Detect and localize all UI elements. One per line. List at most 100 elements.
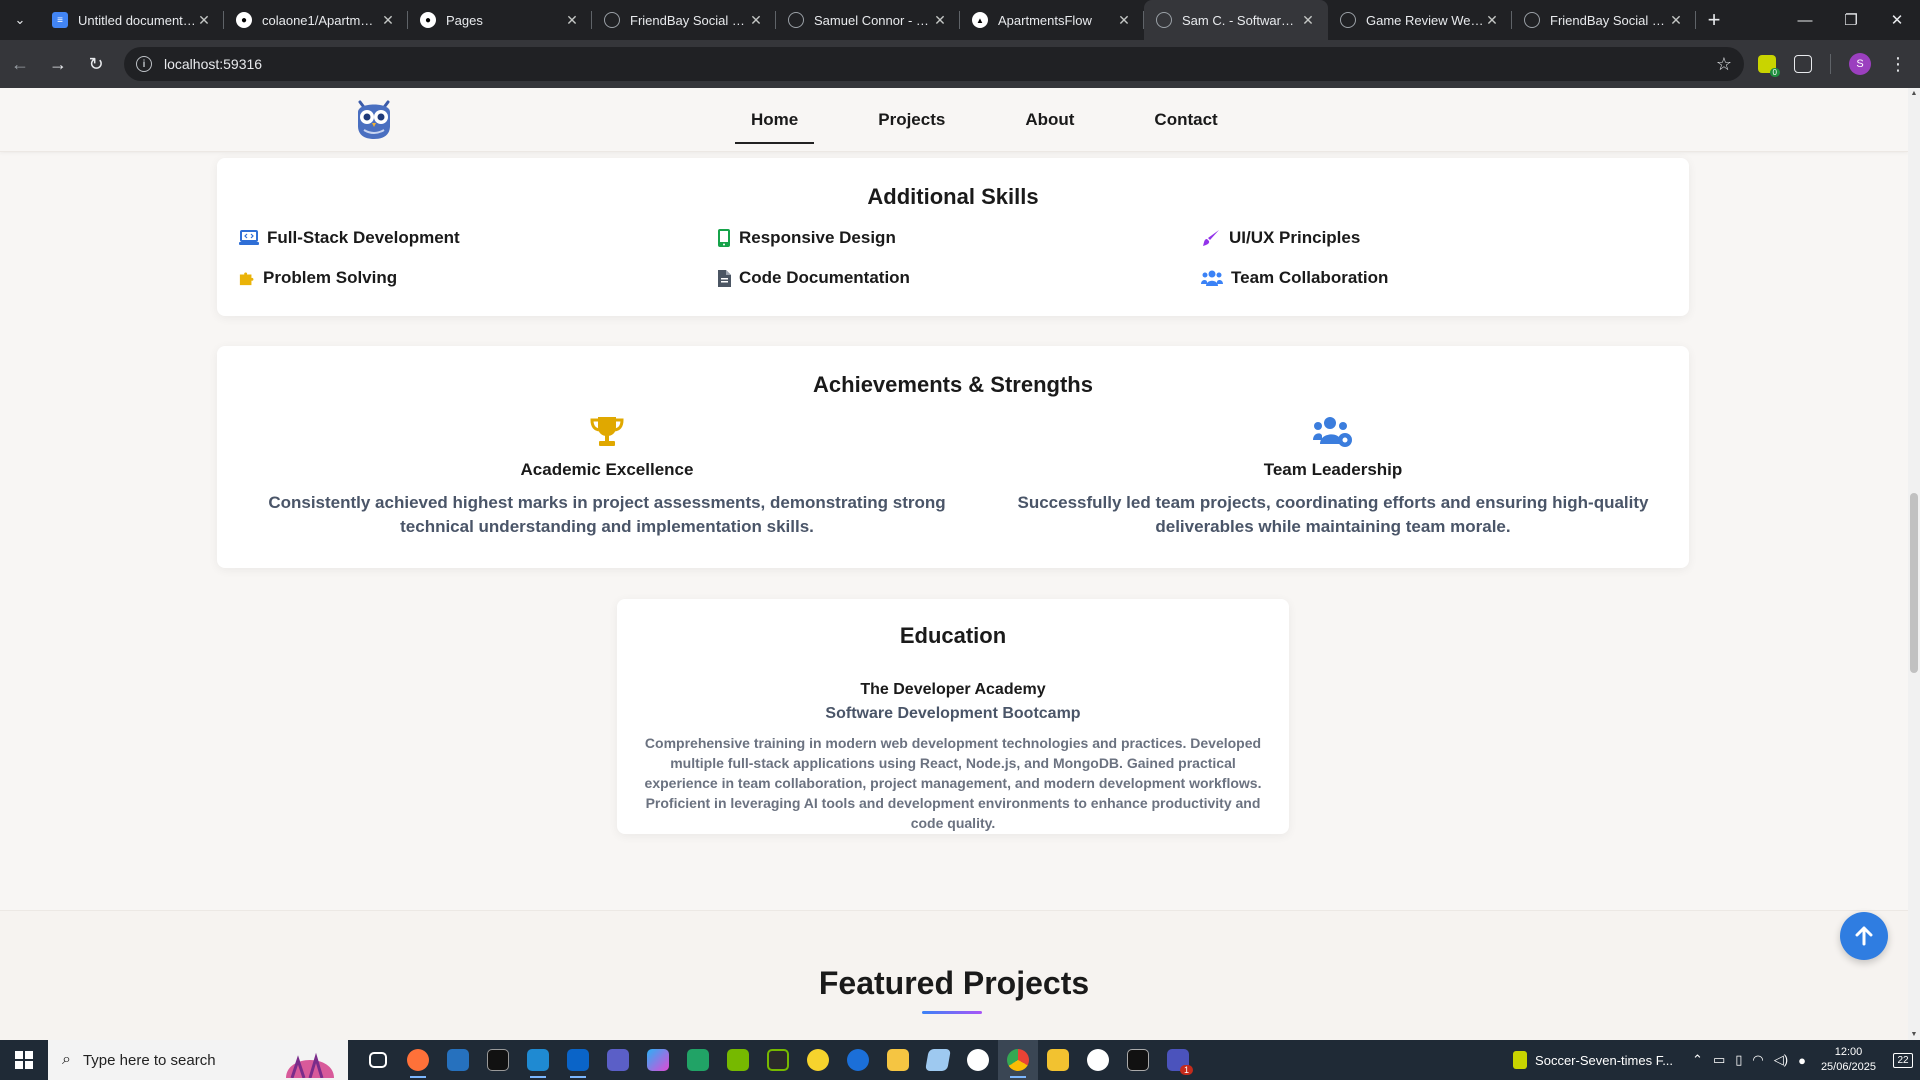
- bookmark-star-icon[interactable]: ☆: [1716, 54, 1732, 75]
- scroll-down-arrow-icon[interactable]: ▼: [1908, 1031, 1920, 1038]
- browser-tab[interactable]: Game Review Website ✕: [1328, 0, 1512, 40]
- browser-tab[interactable]: ▲ ApartmentsFlow ✕: [960, 0, 1144, 40]
- browser-tab[interactable]: ● colaone1/ApartmentsFlow ✕: [224, 0, 408, 40]
- skill-item: Team Collaboration: [1201, 268, 1388, 288]
- browser-menu-icon[interactable]: ⋮: [1889, 54, 1907, 75]
- notes-app-icon[interactable]: [918, 1040, 958, 1080]
- skill-label: Full-Stack Development: [267, 228, 460, 247]
- teams-classic-icon[interactable]: 1: [1158, 1040, 1198, 1080]
- browser-tab-active[interactable]: Sam C. - Software Developer ✕: [1144, 0, 1328, 40]
- skill-item: UI/UX Principles: [1201, 228, 1360, 248]
- vscode-icon[interactable]: [518, 1040, 558, 1080]
- owl-logo-icon[interactable]: [352, 98, 396, 140]
- skill-label: Team Collaboration: [1231, 268, 1389, 287]
- terminal-icon[interactable]: [478, 1040, 518, 1080]
- close-tab-icon[interactable]: ✕: [1484, 12, 1500, 29]
- scrollbar-thumb[interactable]: [1910, 493, 1918, 673]
- teams-badge: 1: [1179, 1065, 1193, 1075]
- skill-label: Problem Solving: [263, 268, 398, 287]
- nvidia-app-icon[interactable]: [758, 1040, 798, 1080]
- now-playing-widget[interactable]: Soccer-Seven-times F...: [1513, 1051, 1673, 1069]
- browser-tab-bar: ⌄ ≡ Untitled document - Google Docs ✕ ● …: [0, 0, 1920, 40]
- task-view-icon[interactable]: [358, 1040, 398, 1080]
- globe-icon: [604, 12, 620, 28]
- tab-title: Pages: [446, 12, 483, 28]
- nav-about[interactable]: About: [1009, 88, 1090, 144]
- chrome-icon[interactable]: [998, 1040, 1038, 1080]
- skill-label: Responsive Design: [739, 228, 896, 247]
- scroll-to-top-button[interactable]: [1840, 912, 1888, 960]
- close-tab-icon[interactable]: ✕: [1668, 12, 1684, 29]
- outlook-icon[interactable]: [558, 1040, 598, 1080]
- achievement-item: Academic Excellence Consistently achieve…: [267, 416, 947, 539]
- file-explorer-icon[interactable]: [878, 1040, 918, 1080]
- restore-icon[interactable]: ❐: [1828, 0, 1874, 40]
- puzzle-app-icon[interactable]: [1038, 1040, 1078, 1080]
- microphone-icon[interactable]: ●: [1798, 1053, 1806, 1068]
- windows-taskbar: ⌕ Type here to search 1 Soccer-Seven-tim…: [0, 1040, 1920, 1080]
- skill-label: Code Documentation: [739, 268, 910, 287]
- browser-tab[interactable]: Samuel Connor - Full Stack ✕: [776, 0, 960, 40]
- tab-title: ApartmentsFlow: [998, 12, 1092, 28]
- reload-icon[interactable]: ↻: [78, 46, 114, 82]
- powershell-icon[interactable]: [438, 1040, 478, 1080]
- close-window-icon[interactable]: ✕: [1874, 0, 1920, 40]
- browser-tab[interactable]: ● Pages ✕: [408, 0, 592, 40]
- mongodb-compass-icon[interactable]: [1078, 1040, 1118, 1080]
- nvidia-icon[interactable]: [718, 1040, 758, 1080]
- new-tab-button[interactable]: +: [1696, 0, 1732, 40]
- close-tab-icon[interactable]: ✕: [1116, 12, 1132, 29]
- profile-avatar[interactable]: S: [1849, 53, 1871, 75]
- tray-device-icon[interactable]: ▭: [1713, 1052, 1725, 1068]
- nav-contact[interactable]: Contact: [1138, 88, 1233, 144]
- close-tab-icon[interactable]: ✕: [380, 12, 396, 29]
- todo-check-icon[interactable]: [798, 1040, 838, 1080]
- teams-icon[interactable]: [598, 1040, 638, 1080]
- minimize-icon[interactable]: —: [1782, 0, 1828, 40]
- github-icon: ●: [236, 12, 252, 28]
- browser-tab[interactable]: FriendBay Social Media ✕: [592, 0, 776, 40]
- tray-chevron-icon[interactable]: ⌃: [1692, 1052, 1703, 1068]
- browser-tab[interactable]: FriendBay Social Media ✕: [1512, 0, 1696, 40]
- page-scrollbar[interactable]: ▲ ▼: [1908, 88, 1920, 1040]
- close-tab-icon[interactable]: ✕: [564, 12, 580, 29]
- site-info-icon[interactable]: i: [136, 56, 152, 72]
- firefox-icon[interactable]: [398, 1040, 438, 1080]
- nav-home[interactable]: Home: [735, 88, 815, 144]
- back-icon[interactable]: ←: [2, 46, 38, 82]
- browser-tab[interactable]: ≡ Untitled document - Google Docs ✕: [40, 0, 224, 40]
- tab-title: Game Review Website: [1366, 12, 1484, 28]
- wifi-icon[interactable]: ◠: [1752, 1052, 1763, 1068]
- globe-icon: [1340, 12, 1356, 28]
- education-title: Education: [899, 623, 1007, 648]
- forward-icon[interactable]: →: [40, 46, 76, 82]
- close-tab-icon[interactable]: ✕: [932, 12, 948, 29]
- main-nav: Home Projects About Contact: [735, 88, 1282, 152]
- achievements-card: Achievements & Strengths Academic Excell…: [217, 346, 1689, 568]
- close-tab-icon[interactable]: ✕: [196, 12, 212, 29]
- clock-date: 25/06/2025: [1820, 1061, 1876, 1073]
- volume-icon[interactable]: ◁): [1774, 1052, 1788, 1068]
- nav-projects[interactable]: Projects: [862, 88, 961, 144]
- app-store-icon[interactable]: [838, 1040, 878, 1080]
- url-text[interactable]: localhost:59316: [164, 56, 1716, 72]
- copilot-icon[interactable]: [638, 1040, 678, 1080]
- system-tray: Soccer-Seven-times F... ⌃ ▭ ▯ ◠ ◁) ● 12:…: [1513, 1040, 1920, 1080]
- excel-like-icon[interactable]: [678, 1040, 718, 1080]
- scroll-up-arrow-icon[interactable]: ▲: [1908, 90, 1920, 97]
- taskbar-clock[interactable]: 12:00 25/06/2025: [1821, 1045, 1876, 1075]
- extension-icon[interactable]: 0: [1758, 55, 1780, 77]
- puzzle-extensions-icon[interactable]: [1794, 55, 1812, 73]
- windows-start-button[interactable]: [0, 1040, 48, 1080]
- cursor-app-icon[interactable]: [1118, 1040, 1158, 1080]
- close-tab-icon[interactable]: ✕: [748, 12, 764, 29]
- tab-search-button[interactable]: ⌄: [0, 0, 40, 40]
- battery-icon[interactable]: ▯: [1735, 1052, 1742, 1068]
- skill-item: Problem Solving: [239, 268, 397, 288]
- address-bar[interactable]: i localhost:59316 ☆: [124, 47, 1744, 81]
- taskbar-search-box[interactable]: ⌕ Type here to search: [48, 1040, 348, 1080]
- close-tab-icon[interactable]: ✕: [1300, 12, 1316, 29]
- slack-icon[interactable]: [958, 1040, 998, 1080]
- now-playing-icon: [1513, 1051, 1528, 1069]
- notification-center-icon[interactable]: 22: [1886, 1040, 1920, 1080]
